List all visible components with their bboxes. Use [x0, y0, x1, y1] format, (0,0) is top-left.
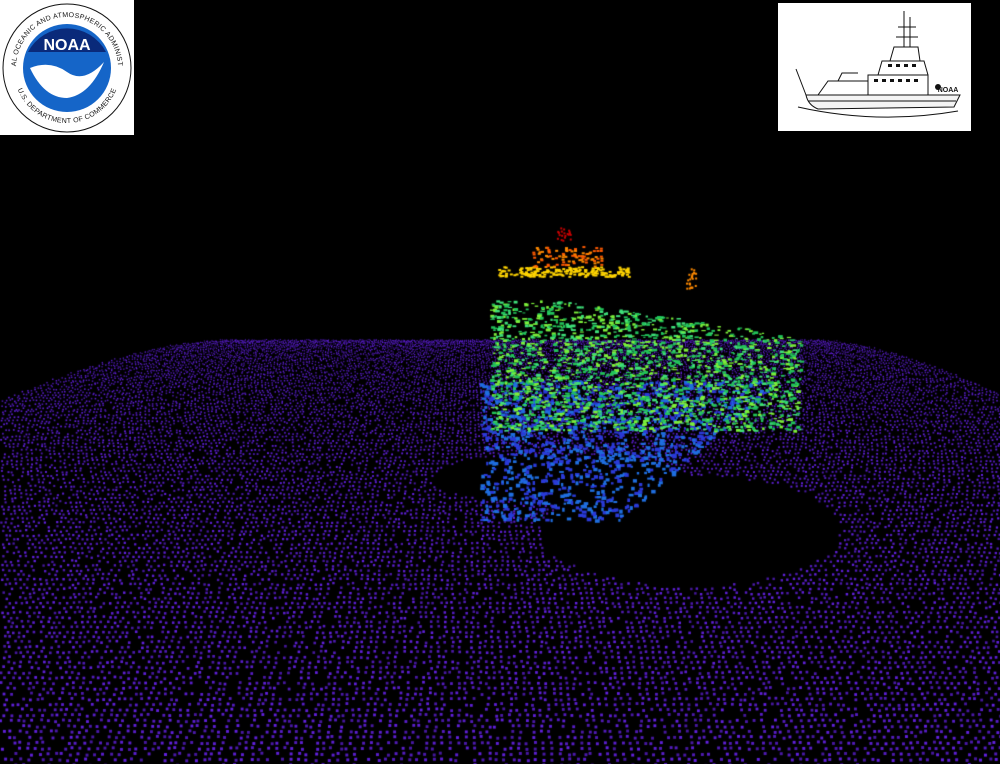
ship-hull-text: NOAA — [938, 87, 959, 94]
logo-center-text: NOAA — [43, 37, 91, 54]
ship-illustration: NOAA — [778, 3, 971, 131]
noaa-logo: NOAA NATIONAL OCEANIC AND ATMOSPHERIC AD… — [0, 0, 134, 135]
